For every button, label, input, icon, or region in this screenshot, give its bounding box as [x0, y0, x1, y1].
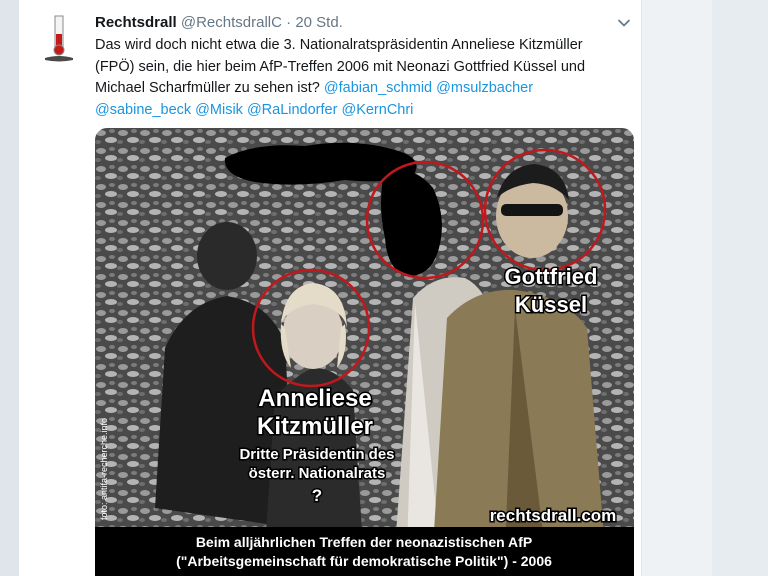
- separator: ·: [286, 14, 292, 31]
- label-gottfried-first: Gottfried: [505, 264, 598, 289]
- caption-line-2: ("Arbeitsgemeinschaft für demokratische …: [176, 553, 552, 569]
- mention-link[interactable]: @RaLindorfer: [247, 102, 337, 118]
- caption-line-1: Beim alljährlichen Treffen der neonazist…: [196, 534, 532, 550]
- tweet-header: Rechtsdrall @RechtsdrallC · 20 Std.: [95, 13, 625, 33]
- right-gutter-strip: [642, 0, 712, 576]
- mention-link[interactable]: @fabian_schmid: [324, 80, 432, 96]
- author-name[interactable]: Rechtsdrall: [95, 14, 177, 31]
- subtitle-line-2: österr. Nationalrats: [249, 465, 386, 482]
- label-gottfried-last: Küssel: [515, 292, 587, 317]
- question-mark: ?: [312, 486, 322, 505]
- mention-link[interactable]: @Misik: [195, 102, 243, 118]
- label-anneliese-first: Anneliese: [258, 385, 371, 412]
- tweet-card[interactable]: Rechtsdrall @RechtsdrallC · 20 Std. Das …: [18, 0, 642, 576]
- avatar[interactable]: [39, 14, 79, 66]
- chevron-down-icon: [618, 19, 630, 27]
- label-anneliese-last: Kitzmüller: [257, 413, 373, 440]
- right-gutter: [642, 0, 768, 576]
- mention-link[interactable]: @sabine_beck: [95, 102, 191, 118]
- mention-link[interactable]: @msulzbacher: [436, 80, 533, 96]
- photo-composite: Gottfried Küssel Anneliese Kitzmüller Dr…: [95, 128, 634, 576]
- watermark: rechtsdrall.com: [490, 506, 617, 525]
- photo-credit: foto: antifa-recherche.info: [99, 418, 109, 520]
- tweet-text: Das wird doch nicht etwa die 3. National…: [95, 35, 625, 121]
- subtitle-line-1: Dritte Präsidentin des: [239, 446, 394, 463]
- mention-link[interactable]: @KernChri: [341, 102, 413, 118]
- tweet-image[interactable]: Gottfried Küssel Anneliese Kitzmüller Dr…: [95, 128, 634, 576]
- flask-logo-icon: [45, 15, 73, 62]
- timestamp[interactable]: 20 Std.: [295, 14, 343, 31]
- tweet-menu-button[interactable]: [615, 14, 633, 32]
- left-gutter: [0, 0, 18, 576]
- author-handle[interactable]: @RechtsdrallC: [181, 14, 282, 31]
